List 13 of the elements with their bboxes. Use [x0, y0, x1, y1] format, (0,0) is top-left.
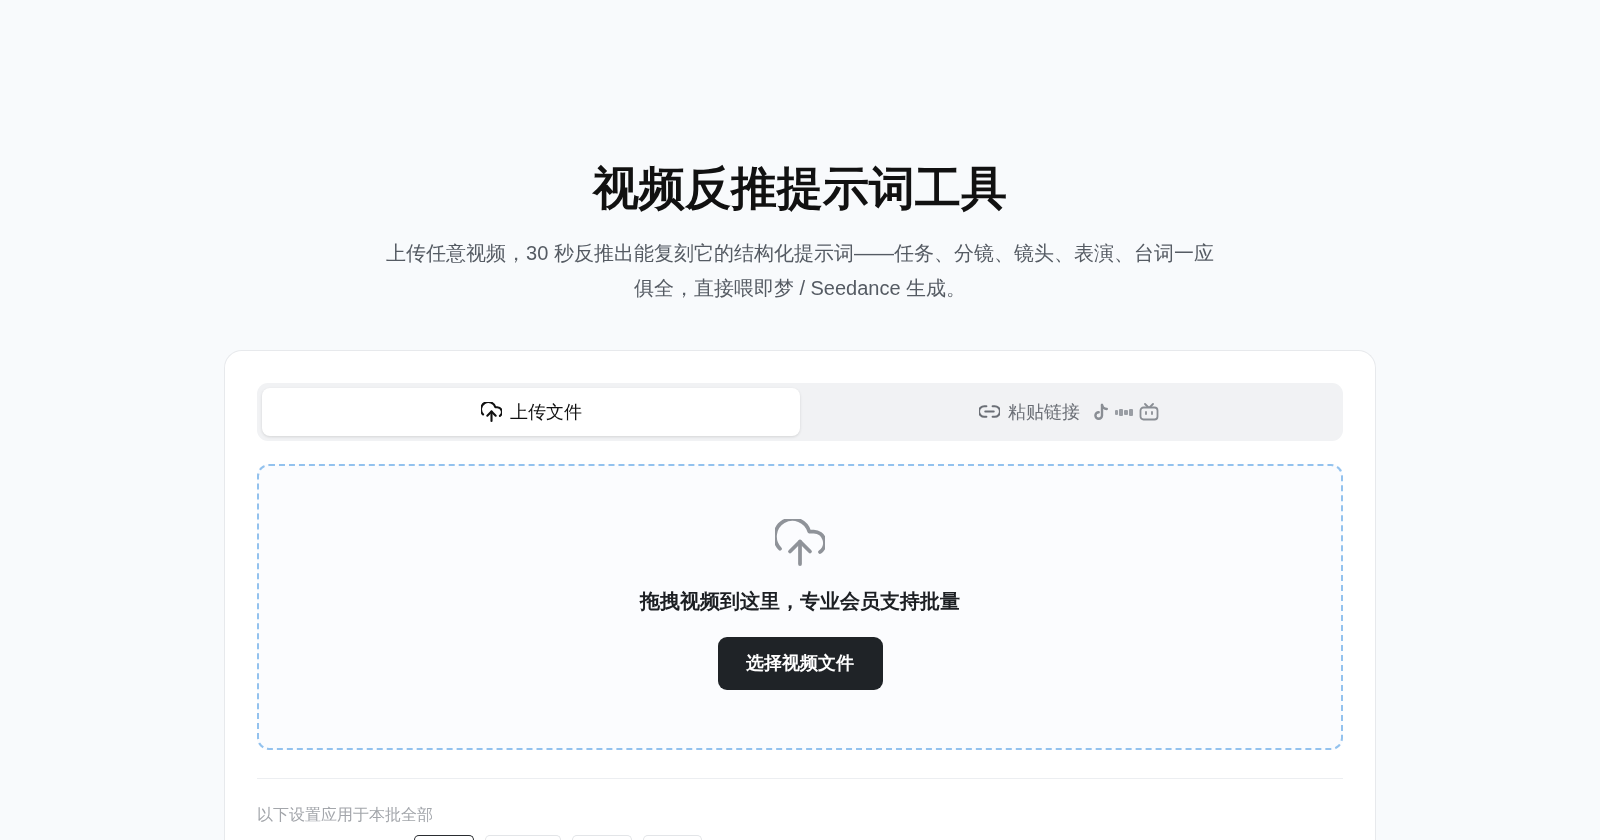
cloud-upload-icon: [775, 519, 825, 567]
cloud-upload-icon: [480, 402, 502, 422]
page-subtitle: 上传任意视频，30 秒反推出能复刻它的结构化提示词——任务、分镜、镜头、表演、台词一应俱全，直接喂即梦 / Seedance 生成。: [385, 241, 1215, 301]
music-note-icon: [1094, 403, 1109, 421]
page-title: 视频反推提示词工具: [593, 161, 1007, 216]
source-tab[interactable]: 上传文件: [262, 388, 800, 436]
batch-note: 以下设置应用于本批全部: [257, 805, 434, 825]
drop-prompt: 拖拽视频到这里，专业会员支持批量: [640, 588, 960, 614]
option-button[interactable]: [414, 835, 474, 840]
tv-icon: [1139, 403, 1159, 421]
small-logo-icon: [1115, 408, 1133, 416]
source-tab[interactable]: 粘贴链接: [800, 388, 1338, 436]
choose-file-button[interactable]: 选择视频文件: [717, 636, 883, 690]
